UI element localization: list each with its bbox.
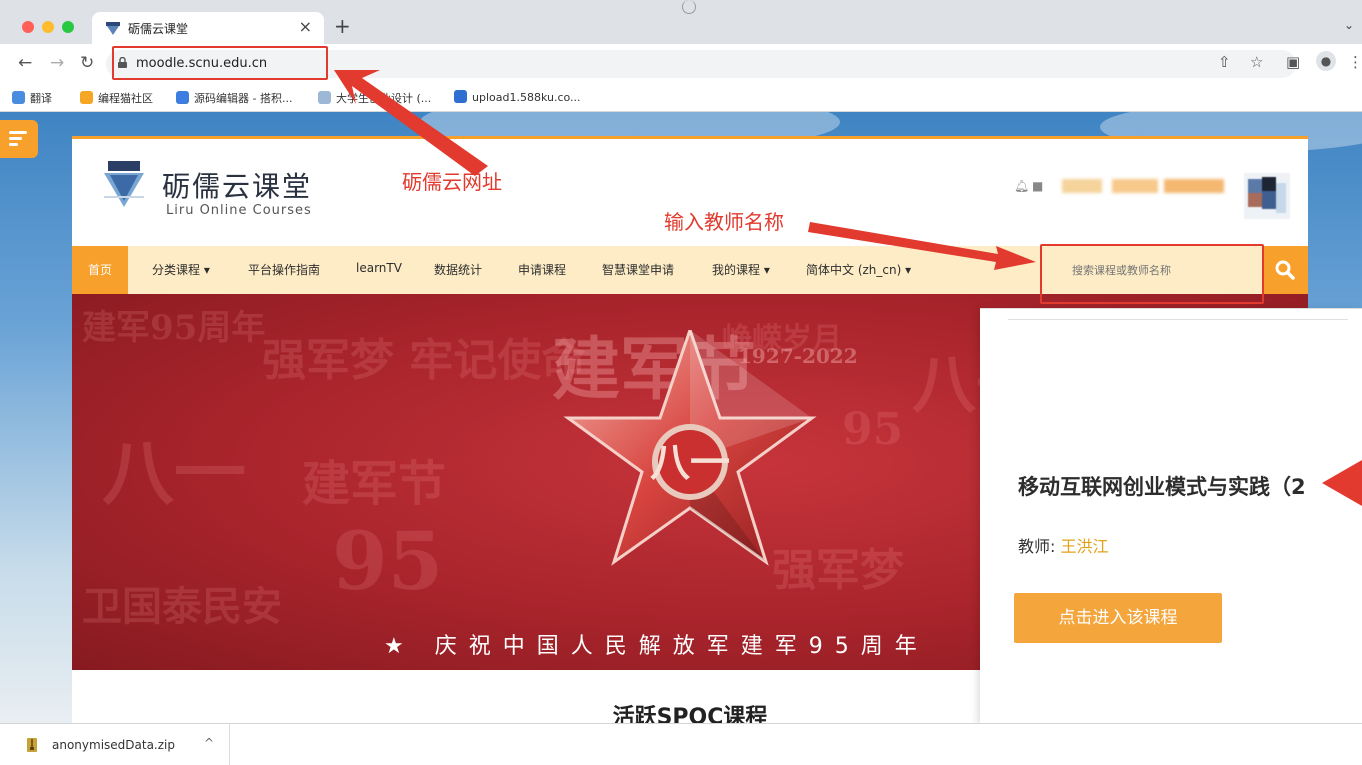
course-name[interactable]: 移动互联网创业模式与实践（2 xyxy=(1018,471,1306,501)
minimize-window-button[interactable] xyxy=(42,21,54,33)
course-popup: 移动互联网创业模式与实践（2 教师: 王洪江 点击进入该课程 xyxy=(980,308,1362,723)
user-avatar[interactable] xyxy=(1244,173,1290,219)
tab-title: 砺儒云课堂 xyxy=(128,22,189,36)
site-favicon-icon xyxy=(106,22,120,35)
url-highlight-box xyxy=(112,46,328,80)
forward-arrow-icon[interactable]: → xyxy=(50,53,64,73)
banner-caption: ★ 庆祝中国人民解放军建军95周年 xyxy=(384,634,929,659)
search-icon xyxy=(1275,260,1295,280)
nav-my-courses[interactable]: 我的课程 ▾ xyxy=(712,261,770,278)
loading-icon xyxy=(682,0,696,14)
new-tab-button[interactable]: + xyxy=(334,14,351,38)
back-arrow-icon[interactable]: ← xyxy=(18,53,32,73)
url-annotation: 砺儒云网址 xyxy=(402,170,502,194)
envelope-icon xyxy=(318,91,331,104)
search-button[interactable] xyxy=(1262,246,1308,294)
bookmark-star-icon[interactable]: ☆ xyxy=(1250,53,1263,71)
browser-tab-active[interactable]: 砺儒云课堂 × xyxy=(92,12,324,44)
k-logo-icon xyxy=(454,90,467,103)
download-file-name: anonymisedData.zip xyxy=(52,738,175,752)
bookmark-item[interactable]: 编程猫社区 xyxy=(80,90,153,106)
nav-smart-classroom[interactable]: 智慧课堂申请 xyxy=(602,261,674,278)
nav-home[interactable]: 首页 xyxy=(72,246,128,294)
bookmark-item[interactable]: upload1.588ku.co... xyxy=(454,90,581,104)
more-menu-icon[interactable]: ⋮ xyxy=(1348,53,1362,71)
redacted-username xyxy=(1062,179,1102,193)
nav-learntv[interactable]: learnTV xyxy=(356,261,402,275)
svg-text:八一: 八一 xyxy=(650,439,730,486)
divider xyxy=(1008,319,1348,320)
bookmark-item[interactable]: 大学生创业设计 (... xyxy=(318,90,431,106)
enter-course-button[interactable]: 点击进入该课程 xyxy=(1014,593,1222,643)
profile-avatar-icon[interactable]: ● xyxy=(1316,51,1336,71)
notification-bell-icon[interactable]: 🔔︎ xyxy=(1014,179,1029,193)
nav-categories[interactable]: 分类课程 ▾ xyxy=(152,261,210,278)
nav-apply-course[interactable]: 申请课程 xyxy=(518,261,566,278)
nav-guide[interactable]: 平台操作指南 xyxy=(248,261,320,278)
site-title[interactable]: 砺儒云课堂 xyxy=(162,165,312,205)
close-window-button[interactable] xyxy=(22,21,34,33)
tab-close-icon[interactable]: × xyxy=(299,17,312,36)
zip-file-icon xyxy=(27,738,37,752)
teacher-name[interactable]: 王洪江 xyxy=(1060,537,1108,556)
message-icon[interactable]: ■ xyxy=(1032,179,1043,193)
nav-language[interactable]: 简体中文 (zh_cn) ▾ xyxy=(806,261,911,278)
editor-icon xyxy=(176,91,189,104)
teacher-label: 教师: xyxy=(1018,537,1061,556)
bookmark-item[interactable]: 源码编辑器 - 搭积... xyxy=(176,90,292,106)
download-item[interactable]: anonymisedData.zip ^ xyxy=(0,724,230,765)
search-annotation: 输入教师名称 xyxy=(664,210,784,234)
translate-icon xyxy=(12,91,25,104)
maximize-window-button[interactable] xyxy=(62,21,74,33)
bookmarks-bar: 翻译 编程猫社区 源码编辑器 - 搭积... 大学生创业设计 (... uplo… xyxy=(0,84,1362,112)
download-shelf: anonymisedData.zip ^ xyxy=(0,723,1362,765)
redacted-username xyxy=(1164,179,1224,193)
bookmark-item[interactable]: 翻译 xyxy=(12,90,52,106)
side-panel-icon[interactable]: ▣ xyxy=(1286,53,1300,71)
site-subtitle: Liru Online Courses xyxy=(166,203,312,218)
redacted-username xyxy=(1112,179,1158,193)
nav-statistics[interactable]: 数据统计 xyxy=(434,261,482,278)
codemao-icon xyxy=(80,91,93,104)
university-logo-icon xyxy=(104,161,144,207)
share-icon[interactable]: ⇧ xyxy=(1218,53,1231,71)
browser-tab-strip: 砺儒云课堂 × + ⌄ xyxy=(0,0,1362,44)
red-star-icon: 八一 xyxy=(563,330,817,566)
drawer-toggle-button[interactable] xyxy=(0,120,38,158)
reload-icon[interactable]: ↻ xyxy=(80,53,94,73)
search-highlight-box xyxy=(1040,244,1264,304)
tab-list-chevron-icon[interactable]: ⌄ xyxy=(1344,18,1354,32)
chevron-up-icon[interactable]: ^ xyxy=(204,736,214,750)
teacher-row: 教师: 王洪江 xyxy=(1018,533,1109,557)
